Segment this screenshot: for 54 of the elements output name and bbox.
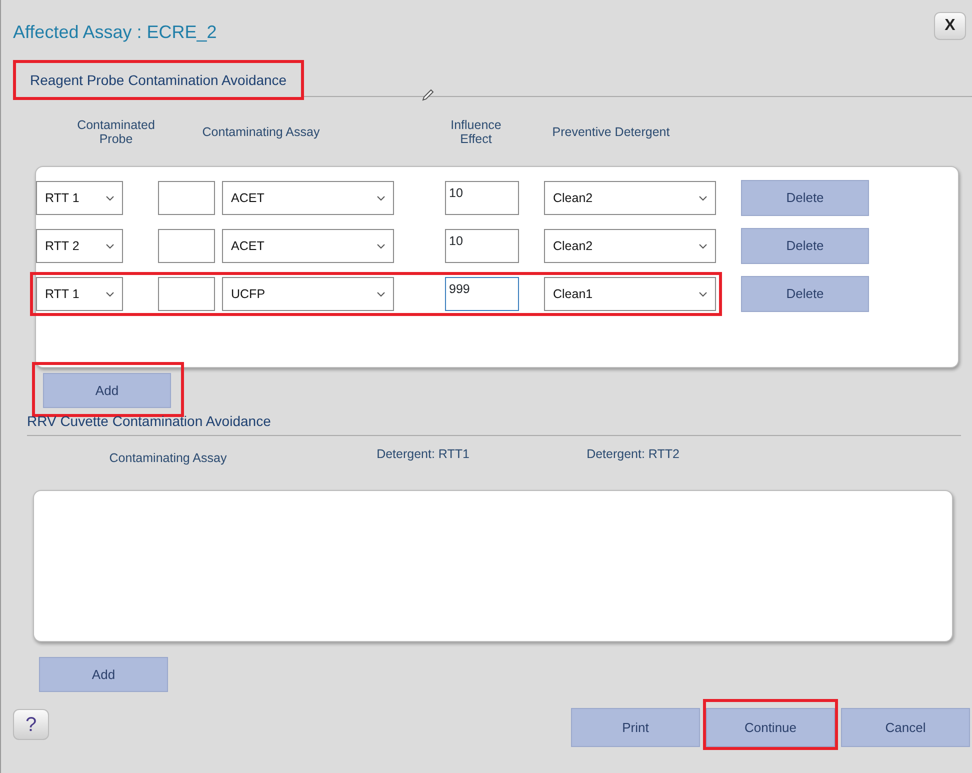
- dialog-title: Affected Assay : ECRE_2: [13, 21, 217, 44]
- chevron-down-icon: [377, 196, 385, 200]
- dropdown[interactable]: ACET: [222, 181, 394, 215]
- dropdown[interactable]: RTT 1: [36, 277, 123, 311]
- dropdown[interactable]: Clean1: [544, 277, 716, 311]
- dropdown[interactable]: Clean2: [544, 229, 716, 263]
- chevron-down-icon: [699, 196, 707, 200]
- input-field[interactable]: 10: [445, 229, 519, 263]
- input-field[interactable]: [158, 229, 215, 263]
- delete-button[interactable]: Delete: [741, 276, 869, 312]
- input-field[interactable]: 999: [445, 277, 519, 311]
- chevron-down-icon: [106, 244, 114, 248]
- column-header: Detergent: RTT2: [586, 448, 680, 462]
- input-field[interactable]: [158, 181, 215, 215]
- chevron-down-icon: [106, 196, 114, 200]
- section-title: RRV Cuvette Contamination Avoidance: [27, 411, 961, 436]
- dropdown-value: Clean2: [553, 238, 593, 255]
- dropdown-value: RTT 1: [45, 190, 80, 207]
- delete-button[interactable]: Delete: [741, 180, 869, 216]
- dropdown[interactable]: RTT 1: [36, 181, 123, 215]
- dropdown-value: ACET: [231, 238, 264, 255]
- footer-button[interactable]: Continue: [706, 708, 835, 747]
- dropdown[interactable]: UCFP: [222, 277, 394, 311]
- dropdown-value: UCFP: [231, 286, 266, 303]
- chevron-down-icon: [699, 244, 707, 248]
- dropdown-value: RTT 1: [45, 286, 80, 303]
- add-button[interactable]: Add: [43, 373, 171, 408]
- close-button[interactable]: X: [934, 12, 966, 40]
- section-title: Reagent Probe Contamination Avoidance: [29, 71, 288, 90]
- chevron-down-icon: [699, 292, 707, 296]
- add-button[interactable]: Add: [39, 657, 168, 692]
- dropdown-value: ACET: [231, 190, 264, 207]
- column-header: Influence Effect: [450, 119, 502, 147]
- column-header: Contaminated Probe: [76, 119, 156, 147]
- dropdown[interactable]: Clean2: [544, 181, 716, 215]
- input-field[interactable]: [158, 277, 215, 311]
- dropdown-value: RTT 2: [45, 238, 80, 255]
- chevron-down-icon: [106, 292, 114, 296]
- delete-button[interactable]: Delete: [741, 228, 869, 264]
- footer-button[interactable]: Cancel: [841, 708, 970, 747]
- column-header: Contaminating Assay: [201, 126, 321, 140]
- dropdown-value: Clean1: [553, 286, 593, 303]
- input-field[interactable]: 10: [445, 181, 519, 215]
- chevron-down-icon: [377, 292, 385, 296]
- column-header: Contaminating Assay: [108, 452, 228, 466]
- column-header: Preventive Detergent: [551, 126, 671, 140]
- dropdown[interactable]: ACET: [222, 229, 394, 263]
- chevron-down-icon: [377, 244, 385, 248]
- pencil-icon: [420, 88, 435, 102]
- column-header: Detergent: RTT1: [376, 448, 470, 462]
- help-button[interactable]: ?: [13, 709, 49, 740]
- dropdown[interactable]: RTT 2: [36, 229, 123, 263]
- footer-button[interactable]: Print: [571, 708, 700, 747]
- dropdown-value: Clean2: [553, 190, 593, 207]
